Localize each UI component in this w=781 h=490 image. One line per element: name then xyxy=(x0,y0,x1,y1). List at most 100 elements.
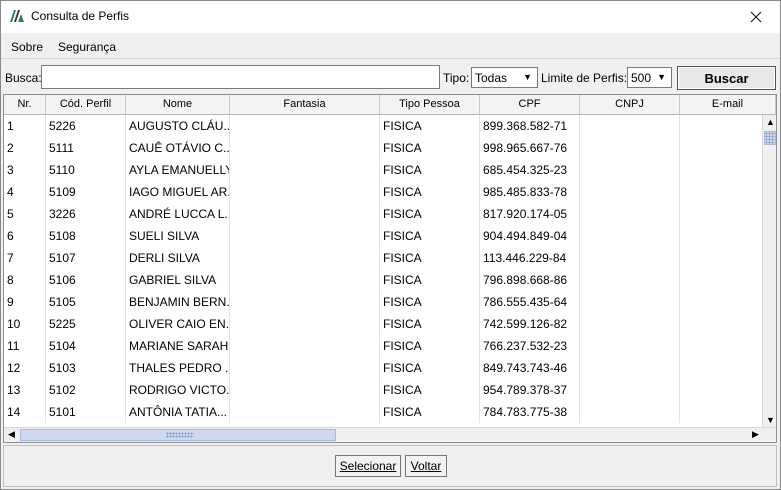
cell-cpf[interactable]: 849.743.743-46 xyxy=(480,357,580,379)
cell-fantasia[interactable] xyxy=(230,313,380,335)
cell-tipo-pessoa[interactable]: FISICA xyxy=(380,203,480,225)
cell-tipo-pessoa[interactable]: FISICA xyxy=(380,247,480,269)
cell-cod-perfil[interactable]: 5109 xyxy=(46,181,126,203)
cell-email[interactable] xyxy=(680,379,762,401)
cell-cnpj[interactable] xyxy=(580,379,680,401)
cell-tipo-pessoa[interactable]: FISICA xyxy=(380,159,480,181)
cell-nr[interactable]: 13 xyxy=(4,379,46,401)
horizontal-scroll-thumb[interactable] xyxy=(20,429,336,441)
cell-tipo-pessoa[interactable]: FISICA xyxy=(380,269,480,291)
tipo-select[interactable]: Todas ▼ xyxy=(471,67,538,88)
cell-fantasia[interactable] xyxy=(230,379,380,401)
cell-cnpj[interactable] xyxy=(580,115,680,137)
arrow-right-icon[interactable]: ▶ xyxy=(752,429,759,440)
cell-nr[interactable]: 12 xyxy=(4,357,46,379)
cell-nome[interactable]: RODRIGO VICTO... xyxy=(126,379,230,401)
cell-cod-perfil[interactable]: 5102 xyxy=(46,379,126,401)
cell-email[interactable] xyxy=(680,225,762,247)
cell-tipo-pessoa[interactable]: FISICA xyxy=(380,137,480,159)
table-row[interactable]: 5 3226 ANDRÉ LUCCA L... FISICA 817.920.174-0… xyxy=(4,203,762,225)
column-header-nome[interactable]: Nome xyxy=(126,95,230,115)
selecionar-button[interactable]: Selecionar xyxy=(335,455,401,477)
cell-nome[interactable]: MARIANE SARAH xyxy=(126,335,230,357)
column-header-tipo-pessoa[interactable]: Tipo Pessoa xyxy=(380,95,480,115)
cell-email[interactable] xyxy=(680,401,762,423)
cell-fantasia[interactable] xyxy=(230,181,380,203)
buscar-button[interactable]: Buscar xyxy=(677,66,776,90)
cell-cnpj[interactable] xyxy=(580,269,680,291)
cell-cpf[interactable]: 766.237.532-23 xyxy=(480,335,580,357)
cell-nome[interactable]: AYLA EMANUELLY xyxy=(126,159,230,181)
cell-cnpj[interactable] xyxy=(580,291,680,313)
table-row[interactable]: 6 5108 SUELI SILVA FISICA 904.494.849-04 xyxy=(4,225,762,247)
cell-fantasia[interactable] xyxy=(230,401,380,423)
cell-fantasia[interactable] xyxy=(230,225,380,247)
column-header-cod-perfil[interactable]: Cód. Perfil xyxy=(46,95,126,115)
table-row[interactable]: 3 5110 AYLA EMANUELLY FISICA 685.454.325-23 xyxy=(4,159,762,181)
cell-cod-perfil[interactable]: 5105 xyxy=(46,291,126,313)
cell-nome[interactable]: DERLI SILVA xyxy=(126,247,230,269)
table-row[interactable]: 10 5225 OLIVER CAIO EN... FISICA 742.599.126… xyxy=(4,313,762,335)
vertical-scrollbar[interactable]: ▲ ▼ xyxy=(762,115,776,427)
cell-email[interactable] xyxy=(680,159,762,181)
cell-cod-perfil[interactable]: 5103 xyxy=(46,357,126,379)
cell-nr[interactable]: 11 xyxy=(4,335,46,357)
cell-cnpj[interactable] xyxy=(580,313,680,335)
cell-cnpj[interactable] xyxy=(580,181,680,203)
cell-nr[interactable]: 2 xyxy=(4,137,46,159)
cell-nome[interactable]: ANTÔNIA TATIA... xyxy=(126,401,230,423)
cell-cod-perfil[interactable]: 5107 xyxy=(46,247,126,269)
table-row[interactable]: 14 5101 ANTÔNIA TATIA... FISICA 784.783.775-… xyxy=(4,401,762,423)
cell-tipo-pessoa[interactable]: FISICA xyxy=(380,225,480,247)
cell-nome[interactable]: THALES PEDRO ... xyxy=(126,357,230,379)
cell-cpf[interactable]: 817.920.174-05 xyxy=(480,203,580,225)
cell-cpf[interactable]: 784.783.775-38 xyxy=(480,401,580,423)
cell-cod-perfil[interactable]: 5226 xyxy=(46,115,126,137)
menu-sobre[interactable]: Sobre xyxy=(11,40,43,54)
cell-nr[interactable]: 3 xyxy=(4,159,46,181)
cell-cnpj[interactable] xyxy=(580,137,680,159)
cell-cpf[interactable]: 998.965.667-76 xyxy=(480,137,580,159)
cell-fantasia[interactable] xyxy=(230,335,380,357)
column-header-cnpj[interactable]: CNPJ xyxy=(580,95,680,115)
cell-nr[interactable]: 14 xyxy=(4,401,46,423)
cell-cnpj[interactable] xyxy=(580,401,680,423)
close-button[interactable] xyxy=(734,1,778,32)
cell-nome[interactable]: CAUÊ OTÁVIO C... xyxy=(126,137,230,159)
cell-nome[interactable]: GABRIEL SILVA xyxy=(126,269,230,291)
cell-email[interactable] xyxy=(680,269,762,291)
cell-cpf[interactable]: 985.485.833-78 xyxy=(480,181,580,203)
table-row[interactable]: 1 5226 AUGUSTO CLÁU... FISICA 899.368.582-71 xyxy=(4,115,762,137)
cell-cpf[interactable]: 796.898.668-86 xyxy=(480,269,580,291)
limite-select[interactable]: 500 ▼ xyxy=(627,67,672,88)
cell-cnpj[interactable] xyxy=(580,335,680,357)
cell-fantasia[interactable] xyxy=(230,291,380,313)
cell-fantasia[interactable] xyxy=(230,159,380,181)
column-header-nr[interactable]: Nr. xyxy=(4,95,46,115)
cell-tipo-pessoa[interactable]: FISICA xyxy=(380,181,480,203)
cell-nr[interactable]: 1 xyxy=(4,115,46,137)
cell-cpf[interactable]: 899.368.582-71 xyxy=(480,115,580,137)
cell-nr[interactable]: 5 xyxy=(4,203,46,225)
column-header-fantasia[interactable]: Fantasia xyxy=(230,95,380,115)
table-row[interactable]: 12 5103 THALES PEDRO ... FISICA 849.743.743-… xyxy=(4,357,762,379)
cell-cpf[interactable]: 954.789.378-37 xyxy=(480,379,580,401)
cell-nome[interactable]: OLIVER CAIO EN... xyxy=(126,313,230,335)
cell-nr[interactable]: 8 xyxy=(4,269,46,291)
cell-tipo-pessoa[interactable]: FISICA xyxy=(380,313,480,335)
cell-cod-perfil[interactable]: 5225 xyxy=(46,313,126,335)
cell-cpf[interactable]: 113.446.229-84 xyxy=(480,247,580,269)
search-input[interactable] xyxy=(41,65,440,89)
cell-fantasia[interactable] xyxy=(230,357,380,379)
cell-email[interactable] xyxy=(680,247,762,269)
cell-cpf[interactable]: 742.599.126-82 xyxy=(480,313,580,335)
cell-fantasia[interactable] xyxy=(230,115,380,137)
cell-nome[interactable]: ANDRÉ LUCCA L... xyxy=(126,203,230,225)
cell-cpf[interactable]: 685.454.325-23 xyxy=(480,159,580,181)
table-row[interactable]: 13 5102 RODRIGO VICTO... FISICA 954.789.378-… xyxy=(4,379,762,401)
cell-cpf[interactable]: 786.555.435-64 xyxy=(480,291,580,313)
cell-cod-perfil[interactable]: 3226 xyxy=(46,203,126,225)
column-header-email[interactable]: E-mail xyxy=(680,95,776,115)
horizontal-scrollbar[interactable]: ◀ ▶ xyxy=(4,427,776,442)
cell-email[interactable] xyxy=(680,203,762,225)
